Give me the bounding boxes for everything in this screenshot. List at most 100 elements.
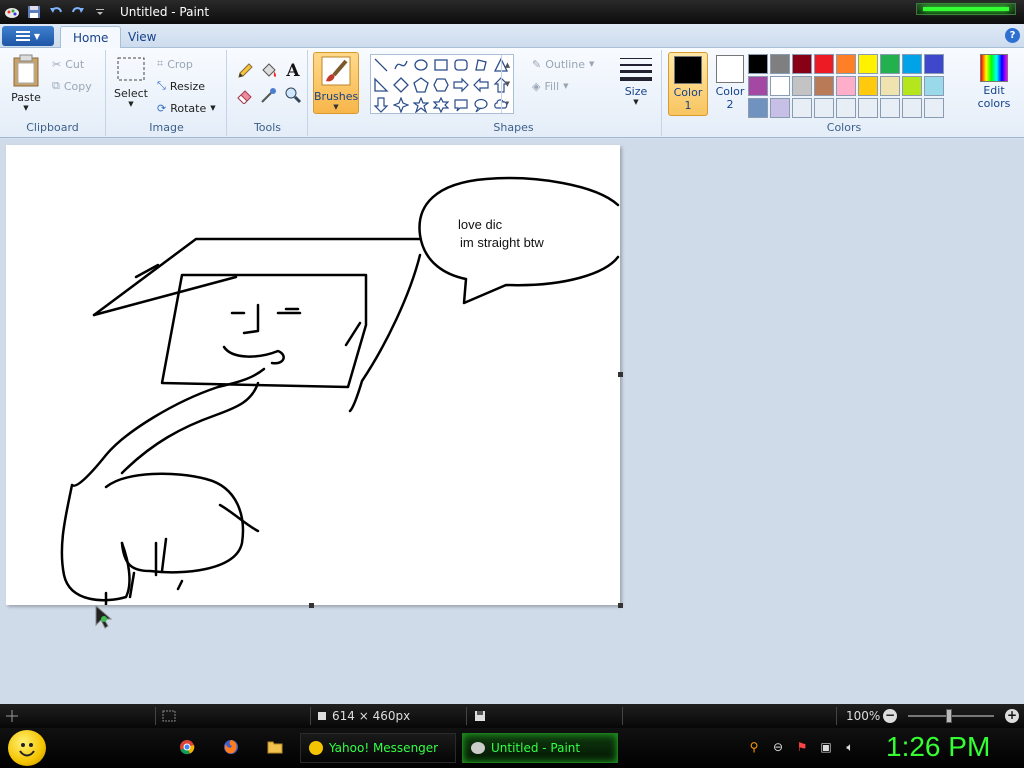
resize-button[interactable]: ⤡ Resize [157,76,205,96]
palette-custom-slot[interactable] [814,98,834,118]
palette-swatch[interactable] [880,54,900,74]
pencil-icon[interactable] [234,60,256,82]
palette-custom-slot[interactable] [858,98,878,118]
start-button-smiley-icon[interactable] [8,730,46,766]
cut-button[interactable]: ✂ Cut [52,54,84,74]
five-point-star-shape-icon[interactable] [411,95,431,115]
palette-custom-slot[interactable] [836,98,856,118]
eraser-icon[interactable] [234,84,256,106]
paste-button[interactable]: Paste ▼ [6,54,46,112]
outline-button[interactable]: ✎ Outline ▼ [532,54,594,74]
tab-view[interactable]: View [116,26,168,48]
size-button[interactable]: Size ▼ [614,54,658,106]
fill-icon[interactable] [258,60,280,82]
canvas-resize-handle-bottom[interactable] [309,603,314,608]
tab-home[interactable]: Home [60,26,122,48]
search-icon[interactable]: ⚲ [746,740,762,756]
color-picker-icon[interactable] [258,84,280,106]
zoom-slider-thumb[interactable] [946,709,952,723]
select-button[interactable]: Select ▼ [113,56,149,108]
chrome-icon[interactable] [178,738,196,756]
palette-swatch[interactable] [858,54,878,74]
polygon-shape-icon[interactable] [471,55,491,75]
palette-swatch[interactable] [858,76,878,96]
palette-swatch[interactable] [814,76,834,96]
palette-custom-slot[interactable] [792,98,812,118]
palette-swatch[interactable] [792,76,812,96]
undo-icon[interactable] [46,3,66,21]
drawing-canvas[interactable]: love dic im straight btw [6,145,620,605]
rectangle-shape-icon[interactable] [431,55,451,75]
oval-callout-shape-icon[interactable] [471,95,491,115]
line-shape-icon[interactable] [371,55,391,75]
left-arrow-shape-icon[interactable] [471,75,491,95]
palette-swatch[interactable] [880,76,900,96]
scissors-icon: ✂ [52,57,62,71]
canvas-resize-handle-right[interactable] [618,372,623,377]
palette-swatch[interactable] [836,54,856,74]
palette-swatch[interactable] [902,54,922,74]
window-controls[interactable] [916,3,1016,15]
expand-gallery-icon[interactable]: ▾ [506,99,510,107]
palette-swatch[interactable] [770,54,790,74]
right-triangle-shape-icon[interactable] [371,75,391,95]
palette-swatch[interactable] [924,54,944,74]
folder-icon[interactable] [266,738,284,756]
palette-swatch[interactable] [836,76,856,96]
palette-swatch[interactable] [770,76,790,96]
clock[interactable]: 1:26 PM [886,731,990,763]
copy-button[interactable]: ⧉ Copy [52,76,92,96]
palette-swatch[interactable] [814,54,834,74]
palette-swatch[interactable] [792,54,812,74]
curve-shape-icon[interactable] [391,55,411,75]
application-menu-button[interactable]: ▼ [2,26,54,46]
shapes-scrollbar[interactable]: ▲ ▼ ▾ [501,55,513,113]
paint-app-icon[interactable] [2,3,22,21]
action-center-flag-icon[interactable]: ⚑ [794,740,810,756]
save-icon[interactable] [24,3,44,21]
diamond-shape-icon[interactable] [391,75,411,95]
palette-custom-slot[interactable] [880,98,900,118]
taskbar-untitled-paint[interactable]: Untitled - Paint [462,733,618,763]
canvas-resize-handle-corner[interactable] [618,603,623,608]
oval-shape-icon[interactable] [411,55,431,75]
zoom-in-button[interactable]: + [1005,709,1019,723]
zoom-out-button[interactable]: − [883,709,897,723]
color-1-button[interactable]: Color 1 [668,52,708,116]
hexagon-shape-icon[interactable] [431,75,451,95]
palette-swatch[interactable] [748,54,768,74]
minimize-circle-icon[interactable]: ⊖ [770,740,786,756]
text-icon[interactable]: A [282,60,304,82]
volume-icon[interactable]: 🔈︎ [842,740,858,756]
down-arrow-shape-icon[interactable] [371,95,391,115]
magnifier-icon[interactable] [282,84,304,106]
customize-icon[interactable] [90,3,110,21]
brushes-button[interactable]: Brushes ▼ [313,52,359,114]
pentagon-shape-icon[interactable] [411,75,431,95]
redo-icon[interactable] [68,3,88,21]
scroll-down-icon[interactable]: ▼ [505,80,510,88]
rounded-rectangle-shape-icon[interactable] [451,55,471,75]
edit-colors-button[interactable]: Edit colors [974,54,1014,110]
palette-custom-slot[interactable] [924,98,944,118]
palette-swatch[interactable] [770,98,790,118]
palette-custom-slot[interactable] [902,98,922,118]
palette-swatch[interactable] [924,76,944,96]
taskbar-yahoo-messenger[interactable]: Yahoo! Messenger [300,733,456,763]
scroll-up-icon[interactable]: ▲ [505,61,510,69]
fill-button[interactable]: ◈ Fill ▼ [532,76,569,96]
palette-swatch[interactable] [902,76,922,96]
rotate-button[interactable]: ⟳ Rotate ▼ [157,98,216,118]
crop-button[interactable]: ⌗ Crop [157,54,193,74]
color-2-button[interactable]: Color 2 [710,52,750,116]
palette-swatch[interactable] [748,98,768,118]
palette-swatch[interactable] [748,76,768,96]
network-icon[interactable]: ▣ [818,740,834,756]
rounded-callout-shape-icon[interactable] [451,95,471,115]
canvas-size-display: 614 × 460px [318,707,410,725]
four-point-star-shape-icon[interactable] [391,95,411,115]
firefox-icon[interactable] [222,738,240,756]
six-point-star-shape-icon[interactable] [431,95,451,115]
help-icon[interactable]: ? [1005,28,1020,43]
right-arrow-shape-icon[interactable] [451,75,471,95]
